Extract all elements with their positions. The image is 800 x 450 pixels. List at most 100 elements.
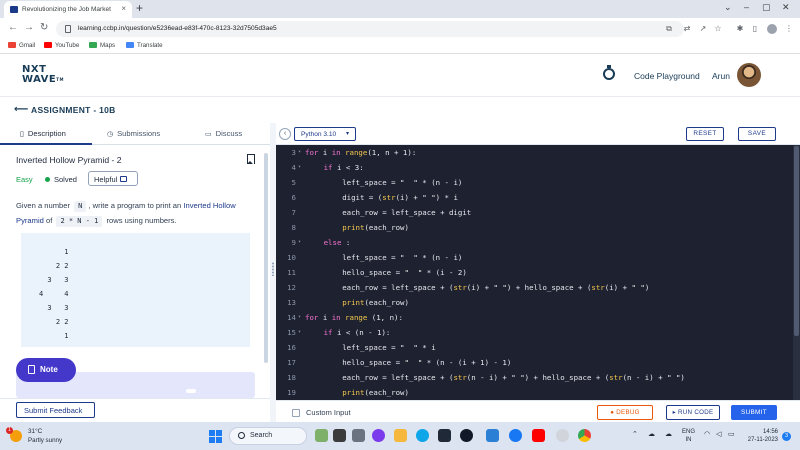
vscode-icon[interactable]: [486, 429, 499, 442]
code-line[interactable]: 14 ▾ for i in range (1, n):: [276, 310, 793, 325]
fold-arrow-icon[interactable]: ▾: [298, 325, 301, 340]
translate-icon[interactable]: ⇄: [682, 24, 692, 34]
code-line[interactable]: 4 ▾ if i < 3:: [276, 160, 793, 175]
code-line[interactable]: 12 each_row = left_space + (str(i) + " ")…: [276, 280, 793, 295]
temperature[interactable]: 31°C: [28, 428, 42, 435]
code-line[interactable]: 10 left_space = " " * (n - i): [276, 250, 793, 265]
code-line[interactable]: 5 left_space = " " * (n - i): [276, 175, 793, 190]
nxtwave-logo[interactable]: NXT WAVETM: [22, 65, 64, 85]
cloud-icon[interactable]: ☁: [648, 430, 655, 438]
code-line[interactable]: 18 each_row = left_space + (str(n - i) + …: [276, 370, 793, 385]
facebook-icon[interactable]: [509, 429, 522, 442]
chrome-icon[interactable]: [578, 429, 591, 442]
taskbar-search[interactable]: Search: [229, 427, 307, 445]
status-badge: Solved: [45, 175, 77, 184]
extensions-icon[interactable]: ✱: [735, 24, 745, 34]
code-playground-icon[interactable]: [603, 65, 615, 80]
task-view-icon[interactable]: [333, 429, 346, 442]
bookmark-youtube[interactable]: YouTube: [44, 42, 79, 49]
share-icon[interactable]: ↗: [698, 24, 708, 34]
widgets-icon[interactable]: [315, 429, 328, 442]
teams-chat-icon[interactable]: [372, 429, 385, 442]
tab-description[interactable]: ▯ Description: [20, 129, 66, 138]
code-line[interactable]: 17 hello_space = " " * (n - (i + 1) - 1): [276, 355, 793, 370]
input-language[interactable]: ENG IN: [682, 428, 695, 444]
note-button[interactable]: Note: [16, 358, 76, 382]
code-token: hello_space =: [342, 358, 405, 367]
code-line[interactable]: 11 hello_space = " " * (i - 2): [276, 265, 793, 280]
weather-condition[interactable]: Partly sunny: [28, 437, 62, 444]
fold-arrow-icon[interactable]: ▾: [298, 310, 301, 325]
notification-badge[interactable]: 3: [782, 432, 791, 441]
profile-avatar-icon[interactable]: [767, 24, 777, 34]
browser-toolbar: ← → ↻ learning.ccbp.in/question/e5236ead…: [0, 18, 800, 40]
sidebar-icon[interactable]: ▯: [750, 24, 760, 34]
install-icon[interactable]: ⧉: [664, 24, 674, 34]
custom-input-label[interactable]: Custom Input: [306, 408, 351, 417]
browser-tab[interactable]: Revolutionizing the Job Market ×: [4, 1, 132, 18]
reset-button[interactable]: RESET: [686, 127, 724, 141]
custom-input-checkbox[interactable]: [292, 409, 300, 417]
close-tab-icon[interactable]: ×: [121, 4, 126, 13]
code-line[interactable]: 6 digit = (str(i) + " ") * i: [276, 190, 793, 205]
dell-icon[interactable]: [460, 429, 473, 442]
battery-icon[interactable]: ▭: [728, 430, 735, 438]
file-explorer-icon[interactable]: [394, 429, 407, 442]
debug-button[interactable]: ● DEBUG: [597, 405, 653, 420]
code-text: left_space = " " * (n - i): [342, 250, 462, 265]
save-button[interactable]: SAVE: [738, 127, 776, 141]
fold-arrow-icon[interactable]: ▾: [298, 145, 301, 160]
minimize-icon[interactable]: –: [744, 2, 749, 12]
submit-feedback-button[interactable]: Submit Feedback: [16, 402, 95, 418]
run-code-button[interactable]: ▸ RUN CODE: [666, 405, 720, 420]
store-icon[interactable]: [438, 429, 451, 442]
code-line[interactable]: 15 ▾ if i < (n - 1):: [276, 325, 793, 340]
windows-start-icon[interactable]: [209, 430, 222, 443]
system-clock[interactable]: 14:56 27-11-2023: [742, 428, 778, 444]
code-line[interactable]: 3 ▾ for i in range(1, n + 1):: [276, 145, 793, 160]
menu-icon[interactable]: ⋮: [784, 24, 794, 34]
reload-icon[interactable]: ↻: [40, 22, 48, 33]
avatar[interactable]: [737, 63, 761, 87]
code-line[interactable]: 13 print(each_row): [276, 295, 793, 310]
new-tab-icon[interactable]: +: [136, 1, 143, 15]
tab-discuss[interactable]: ▭ Discuss: [205, 129, 242, 138]
address-bar[interactable]: learning.ccbp.in/question/e5236ead-e83f-…: [56, 21, 684, 37]
bookmark-icon[interactable]: [247, 154, 255, 164]
helpful-button[interactable]: Helpful: [88, 171, 138, 186]
bookmark-maps[interactable]: Maps: [89, 42, 115, 49]
collapse-panel-icon[interactable]: ‹: [279, 128, 291, 140]
code-line[interactable]: 19 print(each_row): [276, 385, 793, 400]
camera-icon[interactable]: [352, 429, 365, 442]
drag-handle-icon[interactable]: [272, 262, 274, 276]
app-icon[interactable]: [556, 429, 569, 442]
code-line[interactable]: 8 print(each_row): [276, 220, 793, 235]
wifi-icon[interactable]: ◠: [704, 430, 710, 438]
onedrive-icon[interactable]: ☁: [665, 430, 672, 438]
bookmark-gmail[interactable]: Gmail: [8, 42, 35, 49]
edge-icon[interactable]: [416, 429, 429, 442]
code-line[interactable]: 16 left_space = " " * i: [276, 340, 793, 355]
code-editor[interactable]: 3 ▾ for i in range(1, n + 1): 4 ▾ if i < 3: 5 l…: [276, 145, 793, 400]
code-playground-link[interactable]: Code Playground: [634, 71, 700, 81]
bookmark-star-icon[interactable]: ☆: [713, 24, 723, 34]
submit-button[interactable]: SUBMIT: [731, 405, 777, 420]
fold-arrow-icon[interactable]: ▾: [298, 235, 301, 250]
volume-icon[interactable]: ◁: [716, 430, 721, 438]
editor-scrollbar-thumb[interactable]: [794, 146, 799, 336]
code-line[interactable]: 9 ▾ else :: [276, 235, 793, 250]
lock-icon: [65, 25, 71, 33]
fold-arrow-icon[interactable]: ▾: [298, 160, 301, 175]
back-icon[interactable]: ←: [8, 22, 18, 33]
close-window-icon[interactable]: ✕: [782, 2, 790, 13]
tab-submissions[interactable]: ◷ Submissions: [107, 129, 160, 138]
maximize-icon[interactable]: ▢: [762, 2, 771, 13]
language-select[interactable]: Python 3.10 ▾: [294, 127, 356, 141]
bookmark-translate[interactable]: Translate: [126, 42, 163, 49]
chevron-up-icon[interactable]: ⌃: [632, 430, 638, 438]
code-line[interactable]: 7 each_row = left_space + digit: [276, 205, 793, 220]
youtube-taskbar-icon[interactable]: [532, 429, 545, 442]
back-arrow-icon[interactable]: ⟵: [14, 104, 28, 115]
chevron-down-icon[interactable]: ⌄: [724, 2, 732, 13]
forward-icon[interactable]: →: [24, 22, 34, 33]
